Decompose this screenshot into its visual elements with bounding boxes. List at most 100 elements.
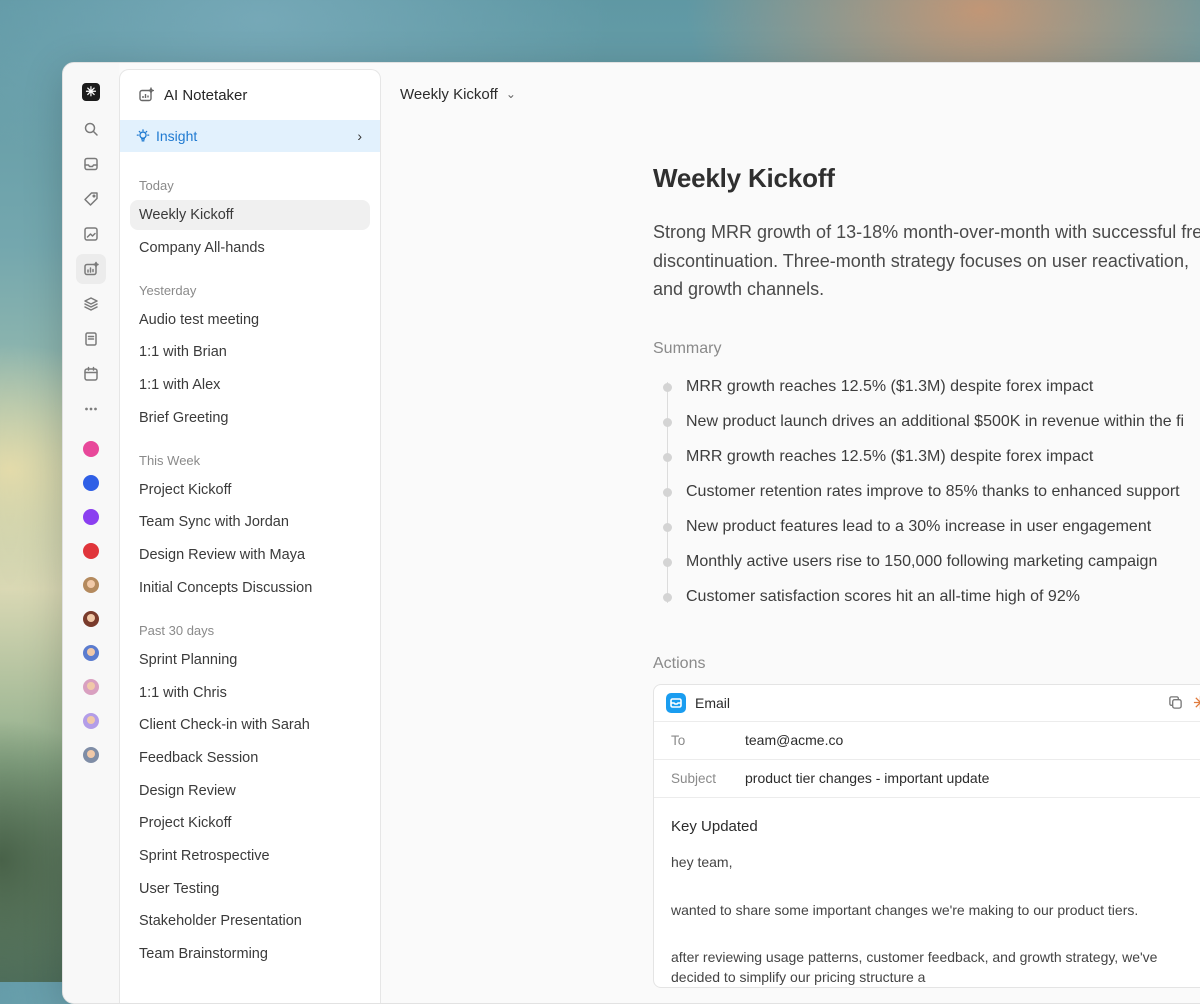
summary-item: Customer retention rates improve to 85% … <box>653 475 1200 510</box>
summary-item: MRR growth reaches 12.5% ($1.3M) despite… <box>653 440 1200 475</box>
summary-item: Monthly active users rise to 150,000 fol… <box>653 545 1200 580</box>
ai-notetaker-icon <box>139 87 154 102</box>
avatar[interactable] <box>83 747 99 763</box>
chevron-down-icon[interactable]: ⌄ <box>506 87 516 101</box>
avatar[interactable] <box>83 713 99 729</box>
intro-text: Strong MRR growth of 13-18% month-over-m… <box>653 218 1200 304</box>
meeting-item[interactable]: Team Sync with Jordan <box>130 507 370 537</box>
tag-icon[interactable] <box>76 184 106 214</box>
bullet-dot-icon <box>663 557 672 567</box>
summary-text: Monthly active users rise to 150,000 fol… <box>686 553 1158 570</box>
email-body-title: Key Updated <box>671 817 758 835</box>
group-title: Today <box>139 178 174 193</box>
meeting-item[interactable]: Brief Greeting <box>130 403 370 433</box>
email-action-card[interactable]: Email To team@acme.co Subject product ti… <box>653 683 1200 988</box>
icon-rail: ✳ <box>63 63 119 1003</box>
subject-field[interactable]: product tier changes - important update <box>745 770 989 786</box>
email-greeting: hey team, <box>671 853 733 870</box>
workspace-icon[interactable] <box>83 509 99 525</box>
search-icon[interactable] <box>76 114 106 144</box>
main-panel: Weekly Kickoff ⌄ Weekly Kickoff Strong M… <box>379 63 1200 1003</box>
breadcrumb-title[interactable]: Weekly Kickoff <box>400 86 498 103</box>
summary-text: MRR growth reaches 12.5% ($1.3M) despite… <box>686 378 1094 395</box>
summary-text: Customer satisfaction scores hit an all-… <box>686 588 1080 605</box>
meeting-item[interactable]: Team Brainstorming <box>130 939 370 969</box>
email-body[interactable]: Key Updated hey team, wanted to share so… <box>654 798 1200 987</box>
intro-line: discontinuation. Three-month strategy fo… <box>653 250 1189 271</box>
to-field[interactable]: team@acme.co <box>745 732 843 748</box>
summary-item: New product features lead to a 30% incre… <box>653 510 1200 545</box>
avatar[interactable] <box>83 577 99 593</box>
avatar[interactable] <box>83 611 99 627</box>
lightbulb-icon <box>136 129 150 142</box>
meeting-item[interactable]: 1:1 with Brian <box>130 337 370 367</box>
chevron-right-icon: › <box>357 128 362 144</box>
avatar[interactable] <box>83 679 99 695</box>
image-edit-icon[interactable] <box>76 219 106 249</box>
workspace-icon[interactable] <box>83 543 99 559</box>
summary-text: MRR growth reaches 12.5% ($1.3M) despite… <box>686 448 1094 465</box>
more-icon[interactable] <box>76 394 106 424</box>
note-document: Weekly Kickoff Strong MRR growth of 13-1… <box>653 163 1200 988</box>
meeting-item[interactable]: Weekly Kickoff <box>130 200 370 230</box>
email-paragraph: after reviewing usage patterns, customer… <box>671 948 1158 985</box>
calendar-icon[interactable] <box>76 359 106 389</box>
summary-heading: Summary <box>653 339 722 357</box>
summary-text: Customer retention rates improve to 85% … <box>686 483 1180 500</box>
meeting-list: Today Weekly Kickoff Company All-hands Yest… <box>120 152 380 969</box>
summary-text: New product features lead to a 30% incre… <box>686 518 1152 535</box>
intro-line: Strong MRR growth of 13-18% month-over-m… <box>653 222 1200 242</box>
meeting-item[interactable]: User Testing <box>130 874 370 904</box>
book-icon[interactable] <box>76 324 106 354</box>
mail-icon <box>666 692 686 713</box>
email-to-row[interactable]: To team@acme.co <box>654 722 1200 760</box>
avatar[interactable] <box>83 645 99 661</box>
summary-text: New product launch drives an additional … <box>686 413 1185 430</box>
meeting-item[interactable]: Feedback Session <box>130 743 370 773</box>
email-card-header: Email <box>654 685 1200 722</box>
email-paragraph: wanted to share some important changes w… <box>671 901 1139 918</box>
meeting-item[interactable]: Design Review <box>130 776 370 806</box>
breadcrumb[interactable]: Weekly Kickoff ⌄ <box>379 63 1200 125</box>
email-card-title: Email <box>695 694 731 711</box>
intro-line: and growth channels. <box>653 279 825 299</box>
group-title: Yesterday <box>139 282 197 298</box>
copy-icon[interactable] <box>1168 695 1183 710</box>
meeting-item[interactable]: Project Kickoff <box>130 808 370 838</box>
summary-item: MRR growth reaches 12.5% ($1.3M) despite… <box>653 370 1200 405</box>
workspace-icon[interactable] <box>83 441 99 457</box>
meeting-item[interactable]: Initial Concepts Discussion <box>130 573 370 603</box>
meetings-sidebar: AI Notetaker Insight › Today Weekly Kicko… <box>119 69 381 1003</box>
bullet-dot-icon <box>663 522 672 532</box>
insight-row[interactable]: Insight › <box>120 120 380 152</box>
meeting-item[interactable]: Audio test meeting <box>130 305 370 335</box>
sidebar-header: AI Notetaker <box>120 70 380 120</box>
bullet-dot-icon <box>663 417 672 427</box>
sparkle-icon[interactable] <box>1193 695 1200 710</box>
meeting-item[interactable]: 1:1 with Alex <box>130 370 370 400</box>
meeting-item[interactable]: 1:1 with Chris <box>130 678 370 708</box>
to-label: To <box>671 732 686 748</box>
app-window: ✳ AI Notetaker Insight › Today Weekly Ki… <box>62 62 1200 1004</box>
meeting-item[interactable]: Design Review with Maya <box>130 540 370 570</box>
summary-item: New product launch drives an additional … <box>653 405 1200 440</box>
app-logo-icon[interactable]: ✳ <box>82 83 100 101</box>
meeting-item[interactable]: Client Check-in with Sarah <box>130 710 370 740</box>
email-subject-row[interactable]: Subject product tier changes - important… <box>654 760 1200 798</box>
group-title: This Week <box>139 452 201 468</box>
ai-notetaker-icon[interactable] <box>76 254 106 284</box>
layers-icon[interactable] <box>76 289 106 319</box>
subject-label: Subject <box>671 770 717 786</box>
meeting-item[interactable]: Company All-hands <box>130 233 370 263</box>
inbox-icon[interactable] <box>76 149 106 179</box>
meeting-item[interactable]: Project Kickoff <box>130 475 370 505</box>
page-title: Weekly Kickoff <box>653 163 835 193</box>
group-title: Past 30 days <box>139 622 215 638</box>
meeting-item[interactable]: Stakeholder Presentation <box>130 906 370 936</box>
bullet-dot-icon <box>663 452 672 462</box>
bullet-dot-icon <box>663 592 672 602</box>
meeting-item[interactable]: Sprint Planning <box>130 645 370 675</box>
workspace-icon[interactable] <box>83 475 99 491</box>
meeting-item[interactable]: Sprint Retrospective <box>130 841 370 871</box>
summary-list: MRR growth reaches 12.5% ($1.3M) despite… <box>653 370 1200 615</box>
